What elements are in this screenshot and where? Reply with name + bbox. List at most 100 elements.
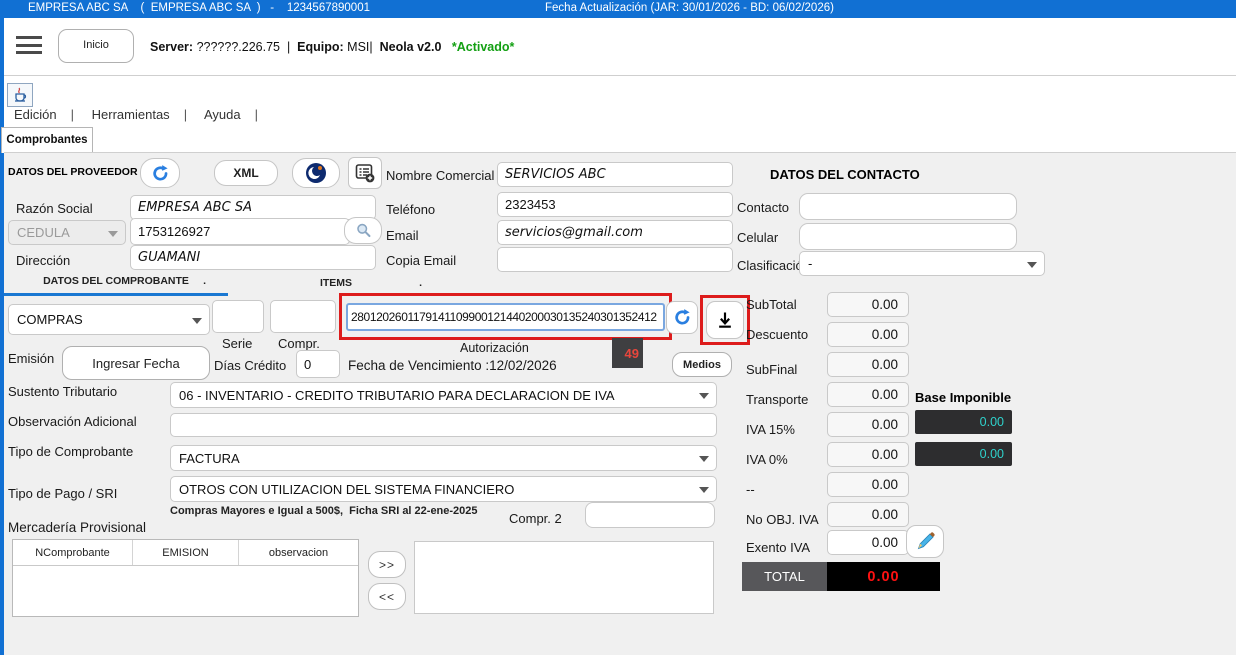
descuento-label: Descuento — [746, 327, 808, 342]
xml-button[interactable]: XML — [214, 160, 278, 186]
download-button[interactable] — [706, 301, 744, 339]
telefono-field[interactable]: 2323453 — [497, 192, 733, 217]
ingresar-fecha-button[interactable]: Ingresar Fecha — [62, 346, 210, 380]
equipo-label: Equipo: — [297, 40, 344, 54]
total-value: 0.00 — [827, 562, 940, 591]
observacion-field[interactable] — [170, 413, 717, 437]
mercaderia-table[interactable]: NComprobante EMISION observacion — [12, 539, 359, 617]
col-ncomprobante[interactable]: NComprobante — [13, 540, 133, 565]
add-record-icon — [355, 163, 375, 183]
razon-social-field[interactable]: EMPRESA ABC SA — [130, 195, 376, 220]
chevron-down-icon — [699, 393, 709, 399]
new-record-button[interactable] — [348, 157, 382, 189]
base-iva15-field: 0.00 — [915, 410, 1012, 434]
copia-email-field[interactable] — [497, 247, 733, 272]
download-icon — [715, 310, 735, 330]
refresh-icon — [673, 308, 692, 327]
pencil-icon — [915, 531, 936, 552]
autorizacion-highlight-box — [339, 293, 672, 340]
observacion-label: Observación Adicional — [8, 414, 137, 429]
tab-items[interactable]: ITEMS . — [228, 269, 444, 296]
subfinal-label: SubFinal — [746, 362, 797, 377]
exento-iva-field[interactable]: 0.00 — [827, 530, 909, 555]
compr2-field[interactable] — [585, 502, 715, 528]
mercaderia-selected-list[interactable] — [414, 541, 714, 614]
otros-label: -- — [746, 482, 755, 497]
iva15-field: 0.00 — [827, 412, 909, 437]
activation-status: *Activado* — [452, 40, 515, 54]
iva0-field: 0.00 — [827, 442, 909, 467]
autorizacion-label: Autorización — [460, 341, 529, 355]
titlebar-update-date: Fecha Actualización (JAR: 30/01/2026 - B… — [545, 2, 834, 14]
subtotal-field: 0.00 — [827, 292, 909, 317]
search-icon — [355, 222, 372, 239]
col-observacion[interactable]: observacion — [239, 540, 358, 565]
email-label: Email — [386, 228, 419, 243]
tipo-comprobante-label: Tipo de Comprobante — [8, 444, 133, 459]
sustento-combo[interactable]: 06 - INVENTARIO - CREDITO TRIBUTARIO PAR… — [170, 382, 717, 408]
no-obj-iva-label: No OBJ. IVA — [746, 512, 819, 527]
celular-field[interactable] — [799, 223, 1017, 250]
inicio-button[interactable]: Inicio — [58, 29, 134, 63]
app-name: Neola v2.0 — [380, 40, 442, 54]
serie-field[interactable] — [212, 300, 264, 333]
sri-web-button[interactable] — [292, 158, 340, 188]
base-iva0-field: 0.00 — [915, 442, 1012, 466]
tipo-pago-combo[interactable]: OTROS CON UTILIZACION DEL SISTEMA FINANC… — [170, 476, 717, 502]
contacto-field[interactable] — [799, 193, 1017, 220]
tipo-comprobante-combo[interactable]: FACTURA — [170, 445, 717, 471]
autorizacion-field[interactable] — [346, 303, 665, 331]
nota-sri-text: Compras Mayores e Igual a 500$, Ficha SR… — [170, 505, 478, 517]
menu-herramientas[interactable]: Herramientas — [92, 107, 170, 122]
content-panel: DATOS DEL PROVEEDOR XML Nombre Comerci — [4, 152, 1236, 655]
transporte-field: 0.00 — [827, 382, 909, 407]
download-highlight-box — [700, 295, 750, 345]
compr2-label: Compr. 2 — [509, 511, 562, 526]
move-left-button[interactable]: << — [368, 583, 406, 610]
compr-field[interactable] — [270, 300, 336, 333]
chevron-down-icon — [699, 456, 709, 462]
email-field[interactable]: servicios@gmail.com — [497, 220, 733, 245]
identificacion-field[interactable]: 1753126927 — [130, 218, 350, 245]
medios-button[interactable]: Medios — [672, 352, 732, 377]
provider-refresh-button[interactable] — [140, 158, 180, 188]
subtotal-label: SubTotal — [746, 297, 797, 312]
direccion-field[interactable]: GUAMANI — [130, 245, 376, 270]
tipo-pago-label: Tipo de Pago / SRI — [8, 486, 117, 501]
header-bar: Inicio Server: ??????.226.75 | Equipo: M… — [4, 18, 1236, 76]
chevron-down-icon — [108, 231, 118, 237]
chevron-down-icon — [1027, 262, 1037, 268]
server-status-line: Server: ??????.226.75 | Equipo: MSI| Neo… — [150, 40, 514, 54]
globe-night-icon — [305, 162, 327, 184]
vencimiento-text: Fecha de Vencimiento :12/02/2026 — [348, 358, 557, 373]
contacto-section-title: DATOS DEL CONTACTO — [770, 167, 920, 182]
contacto-label: Contacto — [737, 200, 789, 215]
tab-comprobantes[interactable]: Comprobantes — [1, 127, 93, 153]
autorizacion-refresh-button[interactable] — [666, 301, 698, 334]
total-label: TOTAL — [742, 562, 827, 591]
dias-credito-field[interactable]: 0 — [296, 350, 340, 378]
col-emision[interactable]: EMISION — [133, 540, 239, 565]
tipo-identificacion-combo[interactable]: CEDULA — [8, 220, 126, 245]
equipo-value: MSI| — [347, 40, 372, 54]
java-app-button[interactable] — [7, 83, 33, 107]
no-obj-iva-field: 0.00 — [827, 502, 909, 527]
hamburger-menu-icon[interactable] — [16, 36, 42, 56]
edit-exento-button[interactable] — [906, 525, 944, 558]
clasificacion-combo[interactable]: - — [799, 251, 1045, 276]
nombre-comercial-field[interactable]: SERVICIOS ABC — [497, 162, 733, 187]
autorizacion-input[interactable] — [351, 310, 660, 324]
menu-edicion[interactable]: Edición — [14, 107, 57, 122]
copia-email-label: Copia Email — [386, 253, 456, 268]
iva0-label: IVA 0% — [746, 452, 788, 467]
base-imponible-label: Base Imponible — [915, 390, 1011, 405]
server-label: Server: — [150, 40, 193, 54]
search-provider-button[interactable] — [344, 217, 382, 244]
transporte-label: Transporte — [746, 392, 808, 407]
exento-iva-label: Exento IVA — [746, 540, 810, 555]
tab-datos-del-comprobante[interactable]: DATOS DEL COMPROBANTE . — [4, 269, 228, 296]
tipo-operacion-combo[interactable]: COMPRAS — [8, 304, 210, 335]
menu-ayuda[interactable]: Ayuda — [204, 107, 241, 122]
java-coffee-icon — [13, 87, 28, 103]
move-right-button[interactable]: >> — [368, 551, 406, 578]
